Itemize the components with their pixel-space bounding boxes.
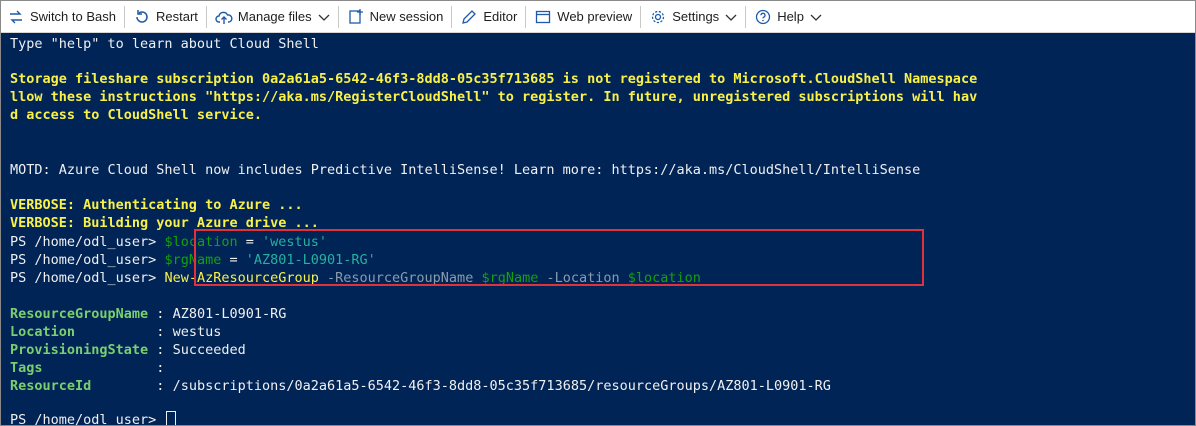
toolbar-divider bbox=[640, 5, 642, 28]
output-value: /subscriptions/0a2a61a5-6542-46f3-8dd8-0… bbox=[172, 378, 831, 394]
prompt: PS /home/odl_user> bbox=[10, 412, 165, 425]
settings-label: Settings bbox=[672, 9, 720, 24]
chevron-down-icon bbox=[725, 11, 737, 23]
switch-shell-icon bbox=[7, 8, 25, 26]
output-key: ResourceGroupName bbox=[10, 306, 149, 322]
toolbar-divider bbox=[525, 5, 527, 28]
help-button[interactable]: Help bbox=[748, 1, 828, 33]
output-key: ResourceId bbox=[10, 378, 149, 394]
verbose-line-1: VERBOSE: Authenticating to Azure ... bbox=[10, 197, 303, 213]
prompt: PS /home/odl_user> bbox=[10, 270, 157, 286]
final-prompt-line[interactable]: PS /home/odl_user> bbox=[10, 411, 177, 425]
output-row: ResourceId : /subscriptions/0a2a61a5-654… bbox=[10, 377, 831, 395]
help-line: Type "help" to learn about Cloud Shell bbox=[10, 36, 319, 52]
toolbar-divider bbox=[124, 5, 125, 28]
editor-button[interactable]: Editor bbox=[454, 1, 523, 33]
web-preview-icon bbox=[534, 8, 552, 26]
output-value: AZ801-L0901-RG bbox=[172, 306, 287, 322]
toolbar-divider bbox=[745, 5, 747, 28]
prompt: PS /home/odl_user> bbox=[10, 252, 157, 268]
output-row: Tags : bbox=[10, 359, 164, 377]
command-highlight-box bbox=[194, 229, 924, 286]
manage-files-button[interactable]: Manage files bbox=[209, 1, 336, 33]
output-value: Succeeded bbox=[172, 342, 246, 358]
cloud-shell-window: Switch to Bash Restart Manage files New … bbox=[0, 0, 1196, 426]
manage-files-label: Manage files bbox=[237, 9, 312, 24]
toolbar-divider bbox=[451, 5, 453, 28]
motd-line: MOTD: Azure Cloud Shell now includes Pre… bbox=[10, 162, 921, 178]
gear-icon bbox=[649, 8, 667, 26]
storage-warning-line-1: Storage fileshare subscription 0a2a61a5-… bbox=[10, 71, 978, 87]
output-separator: : bbox=[148, 306, 173, 322]
toolbar: Switch to Bash Restart Manage files New … bbox=[1, 1, 1195, 33]
cursor bbox=[166, 411, 177, 425]
output-separator: : bbox=[148, 378, 173, 394]
output-separator: : bbox=[148, 360, 165, 376]
output-key: Tags bbox=[10, 360, 149, 376]
output-row: ProvisioningState : Succeeded bbox=[10, 341, 246, 359]
help-label: Help bbox=[777, 9, 804, 24]
web-preview-button[interactable]: Web preview bbox=[528, 1, 638, 33]
chevron-down-icon bbox=[318, 11, 330, 23]
restart-button[interactable]: Restart bbox=[127, 1, 204, 33]
new-session-label: New session bbox=[369, 9, 444, 24]
editor-label: Editor bbox=[483, 9, 518, 24]
chevron-down-icon bbox=[810, 11, 822, 23]
output-separator: : bbox=[148, 342, 173, 358]
web-preview-label: Web preview bbox=[557, 9, 633, 24]
toolbar-divider bbox=[205, 5, 207, 28]
restart-label: Restart bbox=[156, 9, 198, 24]
prompt: PS /home/odl_user> bbox=[10, 234, 157, 250]
toolbar-divider bbox=[337, 5, 339, 28]
output-separator: : bbox=[148, 324, 173, 340]
output-row: ResourceGroupName : AZ801-L0901-RG bbox=[10, 305, 286, 323]
restart-icon bbox=[133, 8, 151, 26]
output-key: Location bbox=[10, 324, 149, 340]
storage-warning-line-2: llow these instructions "https://aka.ms/… bbox=[10, 89, 978, 105]
output-value: westus bbox=[172, 324, 222, 340]
settings-button[interactable]: Settings bbox=[643, 1, 743, 33]
pencil-icon bbox=[460, 8, 478, 26]
output-key: ProvisioningState bbox=[10, 342, 149, 358]
output-row: Location : westus bbox=[10, 323, 221, 341]
storage-warning-line-3: d access to CloudShell service. bbox=[10, 107, 262, 123]
terminal-output[interactable]: Type "help" to learn about Cloud Shell S… bbox=[1, 33, 1195, 425]
cloud-upload-icon bbox=[215, 8, 233, 26]
new-session-button[interactable]: New session bbox=[341, 1, 450, 33]
new-session-icon bbox=[347, 8, 365, 26]
switch-to-bash-button[interactable]: Switch to Bash bbox=[1, 1, 122, 33]
help-icon bbox=[754, 8, 772, 26]
switch-to-bash-label: Switch to Bash bbox=[30, 9, 116, 24]
